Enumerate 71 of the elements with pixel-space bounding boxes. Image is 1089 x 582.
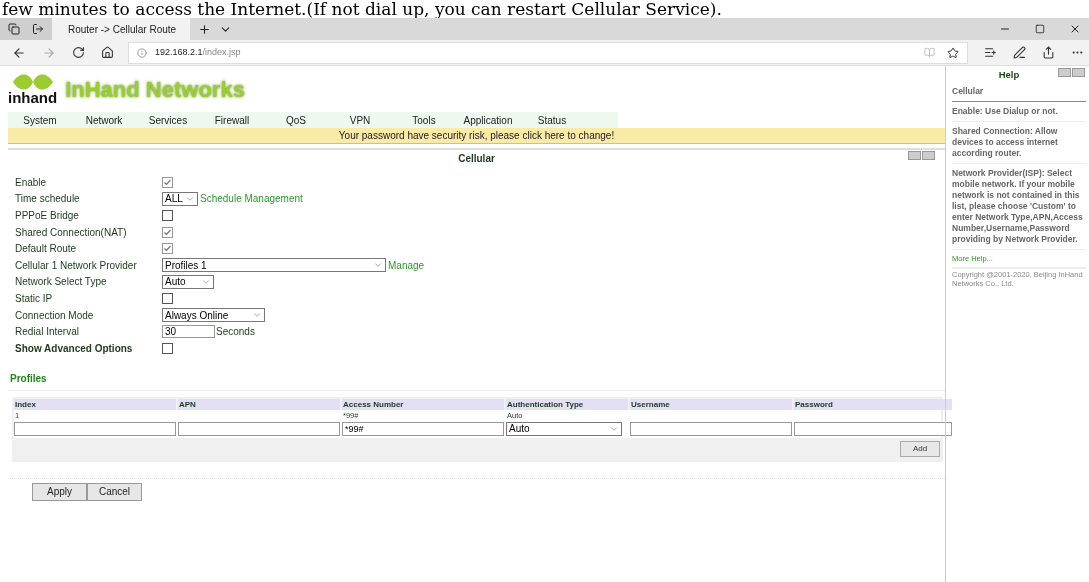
help-text: Shared Connection: Allow devices to access internet according router. xyxy=(952,121,1086,164)
address-bar[interactable]: 192.168.2.1/index.jsp xyxy=(128,41,968,64)
brand-title: InHand Networks xyxy=(65,75,245,104)
column-header: Password xyxy=(794,398,952,410)
back-icon[interactable] xyxy=(12,45,26,60)
field-label: Network Select Type xyxy=(15,275,108,290)
home-icon[interactable] xyxy=(101,46,114,59)
help-text: Network Provider(ISP): Select mobile network. If your mobile network is not contained in this list, please choose 'Custom' to enter Network Type,APN,Access Number,Username,Password providing by Network Provider. xyxy=(952,163,1086,250)
menu-item[interactable]: Tools xyxy=(392,112,456,128)
field-label: Shared Connection(NAT) xyxy=(15,225,128,240)
field-label: Time schedule xyxy=(15,192,81,207)
menu-item[interactable]: Application xyxy=(456,112,520,128)
favorite-icon[interactable] xyxy=(947,46,959,59)
section-title: Cellular xyxy=(458,151,495,166)
menu-item[interactable]: Services xyxy=(136,112,200,128)
column-header: Access Number xyxy=(342,398,504,410)
checkbox[interactable] xyxy=(162,243,173,255)
select-field[interactable]: ALL xyxy=(162,191,198,206)
checkbox[interactable] xyxy=(162,226,173,238)
warning-banner[interactable]: Your password have security risk, please click here to change! xyxy=(8,128,945,144)
add-button[interactable]: Add xyxy=(900,440,940,457)
menu-item[interactable]: Status xyxy=(520,112,584,128)
checkbox[interactable] xyxy=(162,342,173,354)
select-field[interactable]: Always Online xyxy=(162,308,265,323)
logo: inhand xyxy=(8,73,58,105)
form-button[interactable]: Cancel xyxy=(87,482,142,501)
browser-tab[interactable]: Router -> Cellular Route xyxy=(52,18,190,40)
reload-icon[interactable] xyxy=(72,46,85,59)
select-field[interactable]: Profiles 1 xyxy=(162,258,386,273)
tab-title: Router -> Cellular Route xyxy=(68,22,177,37)
new-tab-icon[interactable] xyxy=(198,22,211,36)
field-label: Redial Interval xyxy=(15,325,80,340)
checkbox[interactable] xyxy=(162,292,173,304)
set-aside-icon[interactable] xyxy=(32,23,44,35)
link[interactable]: Schedule Management xyxy=(200,191,303,207)
checkbox[interactable] xyxy=(162,176,173,188)
menu-item[interactable]: System xyxy=(8,112,72,128)
unit-text: Seconds xyxy=(216,325,255,340)
field-label: Show Advanced Options xyxy=(15,341,134,356)
field-label: Connection Mode xyxy=(15,308,95,323)
pen-icon[interactable] xyxy=(1013,46,1026,59)
favorites-icon[interactable] xyxy=(984,46,997,59)
maximize-icon[interactable] xyxy=(1035,24,1045,34)
input-field[interactable]: 30 xyxy=(162,325,215,339)
checkbox[interactable] xyxy=(162,210,173,221)
field-label: Default Route xyxy=(15,242,78,257)
menu-item[interactable]: QoS xyxy=(264,112,328,128)
info-icon xyxy=(137,47,147,58)
field-label: Enable xyxy=(15,175,48,190)
link[interactable]: Manage xyxy=(388,257,425,273)
column-header: Index xyxy=(14,398,176,410)
help-heading: Cellular xyxy=(952,82,1086,102)
menu-item[interactable]: Network xyxy=(72,112,136,128)
tabs-icon[interactable] xyxy=(8,23,20,35)
column-header: Authentication Type xyxy=(506,398,628,410)
share-icon[interactable] xyxy=(1042,46,1055,59)
form-button[interactable]: Apply xyxy=(32,482,87,501)
field-label: Cellular 1 Network Provider xyxy=(15,258,138,273)
select-field[interactable]: Auto xyxy=(162,274,214,289)
menu-item[interactable]: VPN xyxy=(328,112,392,128)
column-header: Username xyxy=(630,398,792,410)
field-label: PPPoE Bridge xyxy=(15,209,80,223)
menu-item[interactable]: Firewall xyxy=(200,112,264,128)
close-icon[interactable] xyxy=(1069,23,1081,35)
help-text: Enable: Use Dialup or not. xyxy=(952,101,1086,122)
caption-text: few minutes to access the Internet.(If not dial up, you can restart Cellular Service). xyxy=(1,0,723,18)
profiles-title: Profiles xyxy=(10,371,48,386)
url-text: 192.168.2.1/index.jsp xyxy=(155,45,241,59)
column-header: APN xyxy=(178,398,340,410)
field-label: Static IP xyxy=(15,291,54,306)
help-title: Help xyxy=(998,67,1020,82)
